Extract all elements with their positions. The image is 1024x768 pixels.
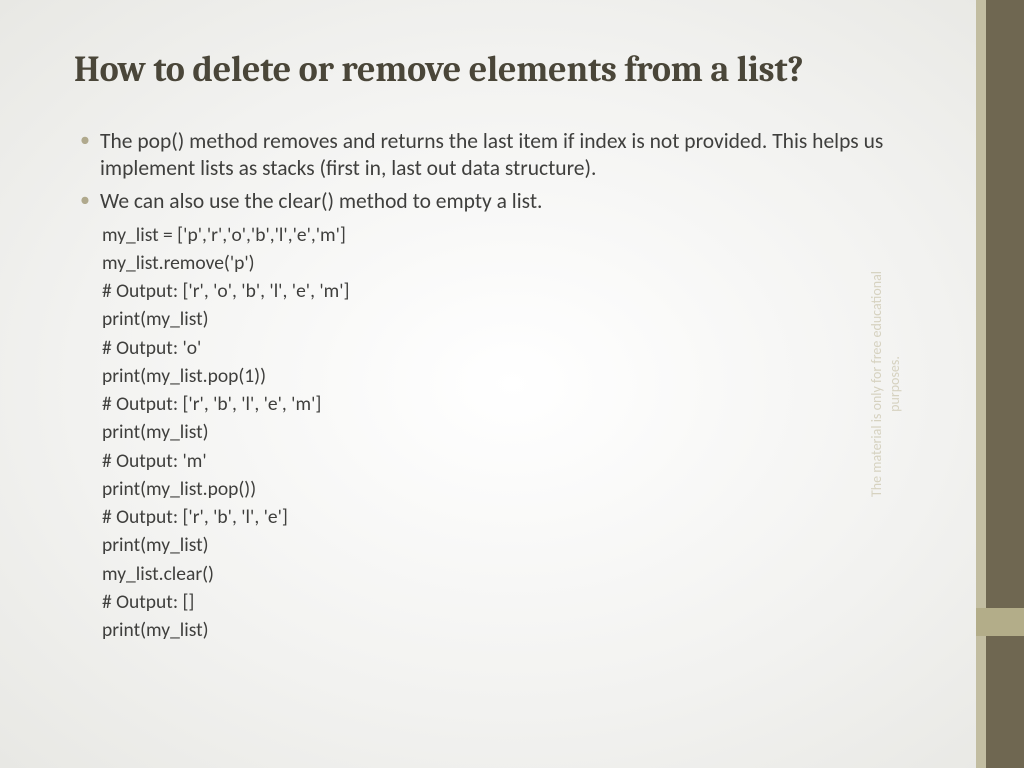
sidebar-accent-block	[976, 608, 1024, 636]
code-line: # Output: 'o'	[102, 334, 944, 362]
sidebar-stripe-dark	[986, 0, 1024, 768]
code-block: my_list = ['p','r','o','b','l','e','m'] …	[102, 221, 944, 645]
code-line: # Output: []	[102, 588, 944, 616]
bullet-item: We can also use the clear() method to em…	[74, 188, 944, 215]
sidebar-stripe-light	[976, 0, 986, 768]
slide-title: How to delete or remove elements from a …	[74, 48, 944, 92]
code-line: print(my_list)	[102, 616, 944, 644]
code-line: print(my_list.pop())	[102, 475, 944, 503]
bullet-list: The pop() method removes and returns the…	[74, 128, 944, 215]
code-line: my_list.clear()	[102, 560, 944, 588]
code-line: print(my_list.pop(1))	[102, 362, 944, 390]
code-line: print(my_list)	[102, 531, 944, 559]
code-line: # Output: 'm'	[102, 447, 944, 475]
code-line: my_list = ['p','r','o','b','l','e','m']	[102, 221, 944, 249]
code-line: print(my_list)	[102, 305, 944, 333]
slide: How to delete or remove elements from a …	[0, 0, 1024, 768]
content-area: How to delete or remove elements from a …	[74, 48, 944, 728]
sidebar-note: The material is only for free educationa…	[868, 254, 904, 514]
code-line: # Output: ['r', 'o', 'b', 'l', 'e', 'm']	[102, 277, 944, 305]
bullet-item: The pop() method removes and returns the…	[74, 128, 944, 182]
code-line: my_list.remove('p')	[102, 249, 944, 277]
code-line: # Output: ['r', 'b', 'l', 'e']	[102, 503, 944, 531]
code-line: print(my_list)	[102, 418, 944, 446]
code-line: # Output: ['r', 'b', 'l', 'e', 'm']	[102, 390, 944, 418]
